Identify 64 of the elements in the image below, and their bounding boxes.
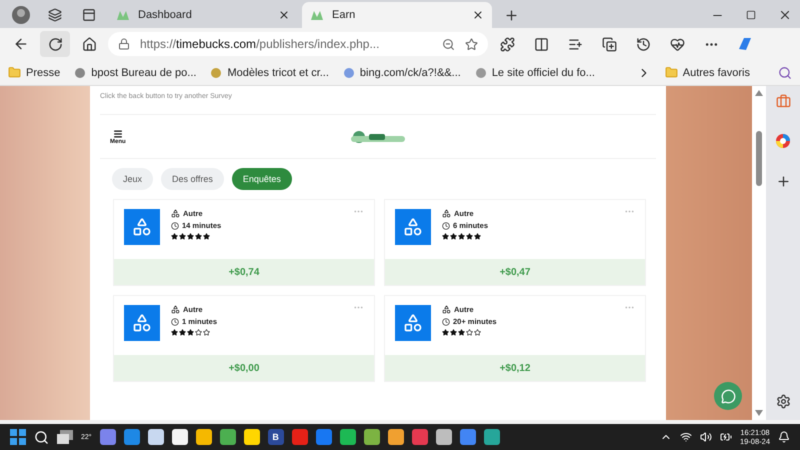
star-icon[interactable]: [465, 38, 478, 50]
site-favicon: [74, 66, 86, 78]
site-favicon: [474, 66, 487, 78]
address-bar[interactable]: https://timebucks.com/publishers/index.php...: [108, 32, 488, 56]
app-icon[interactable]: [148, 429, 164, 445]
scrollbar[interactable]: [752, 86, 766, 420]
shapes-icon: [395, 209, 431, 245]
shapes-icon: [124, 209, 160, 245]
zoom-out-icon[interactable]: [442, 38, 455, 50]
site-favicon: [310, 9, 324, 21]
folder-icon: [8, 66, 21, 79]
clock-icon: [171, 222, 179, 230]
app-icon[interactable]: [436, 429, 452, 445]
clock-icon: [442, 222, 450, 230]
close-icon[interactable]: [278, 9, 290, 21]
volume-icon[interactable]: [700, 431, 712, 443]
scroll-down-icon[interactable]: [755, 410, 763, 416]
battery-icon[interactable]: [720, 431, 732, 443]
start-icon[interactable]: [10, 429, 26, 445]
category-icon: [171, 305, 180, 314]
site-favicon: [116, 9, 130, 21]
app-icon[interactable]: [244, 429, 260, 445]
bookmark[interactable]: Le site officiel du fo...: [474, 66, 595, 78]
site-favicon: [342, 66, 355, 78]
filter-tab[interactable]: Des offres: [161, 168, 224, 190]
filter-tab[interactable]: Enquêtes: [232, 168, 292, 190]
category-icon: [442, 209, 451, 218]
category-icon: [171, 209, 180, 218]
lock-icon: [118, 38, 130, 50]
filter-tab[interactable]: Jeux: [112, 168, 154, 190]
chat-icon: [720, 388, 736, 404]
app-icon[interactable]: [364, 429, 380, 445]
browser-tab[interactable]: Dashboard: [108, 2, 298, 28]
folder-icon: [664, 66, 678, 79]
app-icon[interactable]: [196, 429, 212, 445]
app-icon[interactable]: [172, 429, 188, 445]
reward-amount: +$0,12: [385, 355, 645, 381]
notification-icon[interactable]: [778, 431, 790, 443]
reward-amount: +$0,74: [114, 259, 374, 285]
app-icon[interactable]: B: [268, 429, 284, 445]
app-icon[interactable]: [220, 429, 236, 445]
app-icon[interactable]: [340, 429, 356, 445]
reward-amount: +$0,00: [114, 355, 374, 381]
search-icon[interactable]: [34, 430, 49, 444]
bookmark[interactable]: bpost Bureau de po...: [74, 66, 196, 78]
reload-icon[interactable]: [40, 31, 70, 57]
clock-icon: [442, 318, 450, 326]
bookmark[interactable]: Presse: [8, 66, 60, 79]
reward-amount: +$0,47: [385, 259, 645, 285]
url-text: https://timebucks.com/publishers/index.php...: [140, 37, 380, 51]
category-icon: [442, 305, 451, 314]
task-view-icon[interactable]: [57, 430, 73, 444]
app-icon[interactable]: [388, 429, 404, 445]
menu-icon: [112, 128, 123, 138]
shapes-icon: [124, 305, 160, 341]
bookmark[interactable]: bing.com/ck/a?!&&...: [342, 66, 461, 78]
site-favicon: [210, 66, 222, 78]
shapes-icon: [395, 305, 431, 341]
bookmark[interactable]: Modèles tricot et cr...: [210, 66, 329, 78]
scroll-up-icon[interactable]: [755, 90, 763, 96]
close-icon[interactable]: [472, 9, 484, 21]
browser-tab[interactable]: Earn: [302, 2, 492, 28]
bookmark-folder[interactable]: Autres favoris: [664, 66, 750, 79]
clock-icon: [171, 318, 179, 326]
